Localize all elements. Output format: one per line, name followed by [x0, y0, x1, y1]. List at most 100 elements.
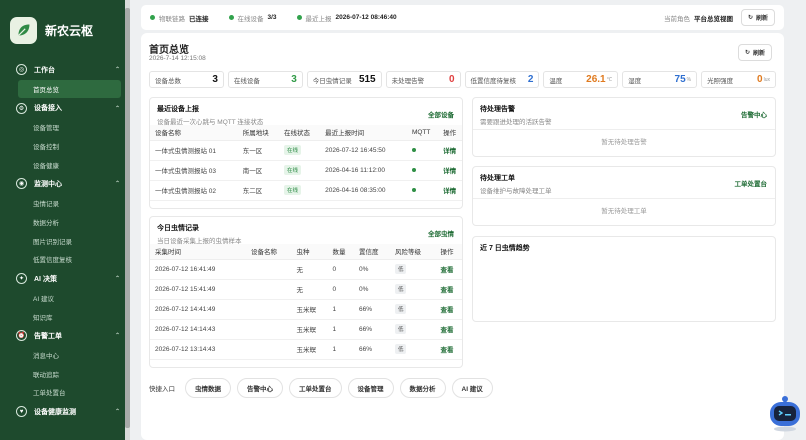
sidebar-section-5[interactable]: ♥ 设备健康监测 ⌃ — [0, 402, 130, 422]
chevron-up-icon: ⌃ — [114, 409, 120, 416]
sidebar-item[interactable]: 知识库 — [0, 307, 130, 326]
sidebar-item[interactable]: 首页总览 — [18, 79, 121, 99]
sidebar-item[interactable]: AI 建议 — [0, 288, 130, 307]
quick-links-label: 快捷入口 — [149, 386, 175, 393]
mqtt-connected-dot — [411, 167, 416, 172]
chevron-up-icon: ⌃ — [114, 276, 120, 283]
cell-time: 2026-04-16 11:12:00 — [320, 160, 407, 181]
cell-device — [246, 319, 292, 340]
table-row: 2026-07-12 16:41:49 无 0 0% 低 查看 — [150, 259, 462, 280]
sidebar-item[interactable]: 设备健康 — [0, 155, 130, 174]
all-pests-link[interactable]: 全部虫情 — [428, 228, 454, 238]
assistant-robot-icon[interactable] — [766, 390, 804, 432]
sidebar-item[interactable]: 虫情记录 — [0, 194, 130, 213]
pending-workorders-card: 待处理工单 设备维护与故障处理工单 工单处置台 暂无待处理工单 — [472, 166, 776, 226]
all-devices-link[interactable]: 全部设备 — [428, 109, 454, 119]
status-badge: 在线 — [283, 185, 301, 195]
sidebar-item[interactable]: 设备控制 — [0, 137, 130, 156]
page-refresh-button[interactable]: ↻ 刷新 — [737, 44, 772, 61]
last-report-status: 最近上报 2026-07-12 08:46:40 — [296, 13, 397, 23]
column-header: 置信度 — [353, 244, 390, 260]
leaf-icon — [10, 16, 37, 44]
sidebar-section-3[interactable]: ✦ AI 决策 ⌃ — [0, 269, 130, 289]
trend-title: 近 7 日虫情趋势 — [480, 245, 530, 252]
cell-confidence: 0% — [353, 279, 390, 300]
cell-species: 无 — [291, 259, 328, 280]
view-link[interactable]: 查看 — [440, 287, 453, 294]
cell-time: 2026-07-12 14:14:43 — [150, 319, 247, 340]
sidebar-item[interactable]: 数据分析 — [0, 212, 130, 231]
section-icon: ◉ — [16, 178, 27, 190]
quick-link-button[interactable]: 工单处置台 — [289, 378, 342, 398]
sidebar-section-0[interactable]: ◎ 工作台 ⌃ — [0, 60, 130, 80]
stat-label: 在线设备 — [233, 77, 260, 85]
detail-link[interactable]: 详情 — [443, 168, 456, 175]
sidebar-section-4[interactable]: ⏰ 告警工单 ⌃ — [0, 326, 130, 346]
cell-time: 2026-07-12 14:41:49 — [150, 299, 247, 320]
workorder-desk-link[interactable]: 工单处置台 — [735, 178, 768, 188]
recent-devices-subtitle: 设备最近一次心跳与 MQTT 连接状态 — [157, 119, 264, 126]
view-link[interactable]: 查看 — [440, 327, 453, 334]
sidebar-item[interactable]: 联动追踪 — [0, 364, 130, 383]
sidebar-section-label: AI 决策 — [34, 275, 57, 283]
cell-risk: 低 — [389, 299, 436, 320]
cell-name: 一体式虫情测报站 03 — [150, 160, 238, 181]
sidebar-section-label: 工作台 — [34, 66, 55, 74]
view-link[interactable]: 查看 — [440, 347, 453, 354]
quick-link-button[interactable]: AI 建议 — [451, 378, 493, 398]
today-pests-card: 今日虫情记录 当日设备采集上报的虫情样本 全部虫情 采集时间 设备名称 虫种 数量 置信度风… — [149, 216, 463, 368]
risk-badge: 低 — [394, 304, 407, 314]
cell-count: 0 — [327, 279, 354, 300]
stat-card: 低置信度待复核 2 — [464, 71, 540, 88]
iot-value: 已连接 — [189, 15, 209, 23]
current-role: 当前角色 平台总览视图 ↻ 刷新 — [664, 9, 775, 26]
quick-link-button[interactable]: 虫情数据 — [185, 378, 231, 398]
stat-unit: lux — [763, 76, 770, 83]
sidebar-item[interactable]: 消息中心 — [0, 345, 130, 364]
sidebar-item[interactable]: 低置信度复核 — [0, 250, 130, 269]
sidebar-section-1[interactable]: ⚙ 设备接入 ⌃ — [0, 98, 130, 118]
risk-badge: 低 — [394, 324, 407, 334]
stat-unit: % — [686, 76, 692, 83]
cell-time: 2026-07-12 13:14:43 — [150, 339, 247, 360]
sidebar-item[interactable]: 图片识别记录 — [0, 231, 130, 250]
cell-mqtt — [406, 180, 439, 201]
detail-link[interactable]: 详情 — [443, 148, 456, 155]
column-header: 设备名称 — [150, 125, 238, 141]
quick-link-button[interactable]: 设备管理 — [347, 378, 394, 398]
cell-op: 查看 — [435, 319, 462, 340]
quick-link-button[interactable]: 数据分析 — [399, 378, 446, 398]
stat-label: 光照强度 — [707, 77, 734, 85]
stat-card: 设备总数 3 — [149, 71, 224, 88]
sidebar-item[interactable]: 设备管理 — [0, 118, 130, 137]
alert-center-link[interactable]: 告警中心 — [741, 109, 767, 119]
sidebar-scroll-thumb[interactable] — [125, 8, 130, 428]
sidebar-section-label: 设备健康监测 — [34, 408, 76, 416]
sidebar-item[interactable]: 工单处置台 — [0, 383, 130, 402]
online-label: 在线设备 — [237, 15, 264, 23]
cell-time: 2026-07-12 15:41:49 — [150, 279, 247, 300]
role-label: 当前角色 — [663, 15, 690, 23]
view-link[interactable]: 查看 — [440, 267, 453, 274]
section-icon: ⏰ — [16, 330, 27, 342]
stat-card: 在线设备 3 — [227, 71, 303, 88]
cell-time: 2026-04-16 08:35:00 — [320, 180, 407, 201]
stat-value: 26.1 — [586, 74, 606, 85]
recent-devices-title: 最近设备上报 — [157, 106, 199, 113]
cell-op: 详情 — [438, 140, 462, 161]
sidebar-section-2[interactable]: ◉ 监测中心 ⌃ — [0, 174, 130, 194]
topbar-refresh-button[interactable]: ↻ 刷新 — [740, 9, 775, 26]
page-date: 2026-7-14 12:15:08 — [149, 55, 206, 62]
view-link[interactable]: 查看 — [440, 307, 453, 314]
detail-link[interactable]: 详情 — [443, 188, 456, 195]
chevron-up-icon: ⌃ — [114, 105, 120, 112]
stat-value: 2 — [527, 74, 534, 85]
stat-label: 温度 — [549, 77, 563, 85]
app-logo[interactable]: 新农云枢 — [0, 0, 130, 60]
quick-link-button[interactable]: 告警中心 — [237, 378, 283, 398]
sidebar-scrollbar[interactable] — [125, 0, 130, 440]
cell-op: 查看 — [435, 299, 462, 320]
alerts-empty-text: 暂无待处理告警 — [601, 139, 647, 146]
cell-risk: 低 — [389, 339, 436, 360]
recent-devices-card: 最近设备上报 设备最近一次心跳与 MQTT 连接状态 全部设备 设备名称 所属地块 在线… — [149, 97, 463, 209]
